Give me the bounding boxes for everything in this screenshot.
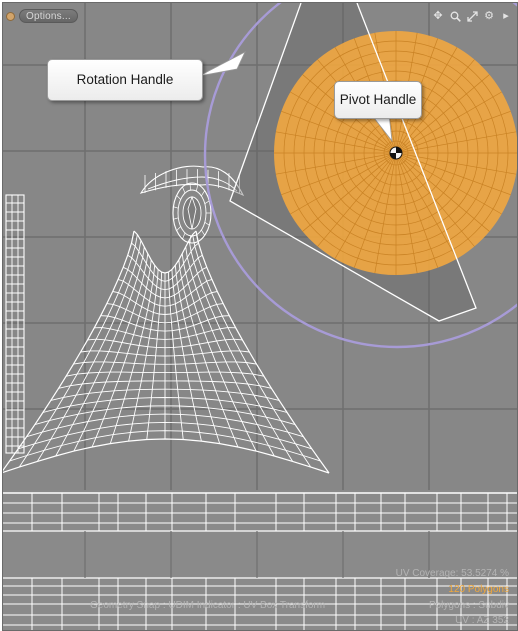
rotation-callout-pointer: [198, 51, 246, 77]
view-info-readout: UV : AZ 352: [455, 615, 509, 626]
polygon-mode-readout: Polygons : Subdiv: [428, 600, 509, 611]
expand-arrow-icon[interactable]: ▸: [499, 9, 513, 23]
uv-island-ear[interactable]: [139, 165, 245, 197]
viewport-options: Options...: [6, 9, 78, 23]
fit-view-icon[interactable]: [465, 9, 479, 23]
pivot-handle[interactable]: [389, 146, 403, 160]
rotation-handle-callout: Rotation Handle: [47, 59, 203, 101]
transform-gizmo[interactable]: [203, 3, 517, 349]
uv-island-left-strip[interactable]: [5, 194, 25, 454]
gear-icon[interactable]: ⚙: [482, 9, 496, 23]
view-tool-icons: ✥ ⚙ ▸: [431, 9, 513, 23]
zoom-icon[interactable]: [448, 9, 462, 23]
uv-viewport[interactable]: Options... ✥ ⚙ ▸ Rotation Handle Pivot H…: [2, 2, 518, 631]
viewport-status-dot[interactable]: [6, 11, 15, 21]
pivot-handle-callout: Pivot Handle: [334, 81, 422, 119]
uv-island-body[interactable]: [3, 230, 330, 474]
options-button[interactable]: Options...: [19, 9, 78, 23]
polygon-count-readout: 120 Polygons: [448, 584, 509, 595]
uv-coverage-readout: UV Coverage: 53.5274 %: [395, 568, 509, 579]
overlay-info-readout: Geometry Snap : UDIM Indicator : UV Box …: [90, 600, 326, 611]
uv-island-eye[interactable]: [172, 182, 212, 244]
move-view-icon[interactable]: ✥: [431, 9, 445, 23]
